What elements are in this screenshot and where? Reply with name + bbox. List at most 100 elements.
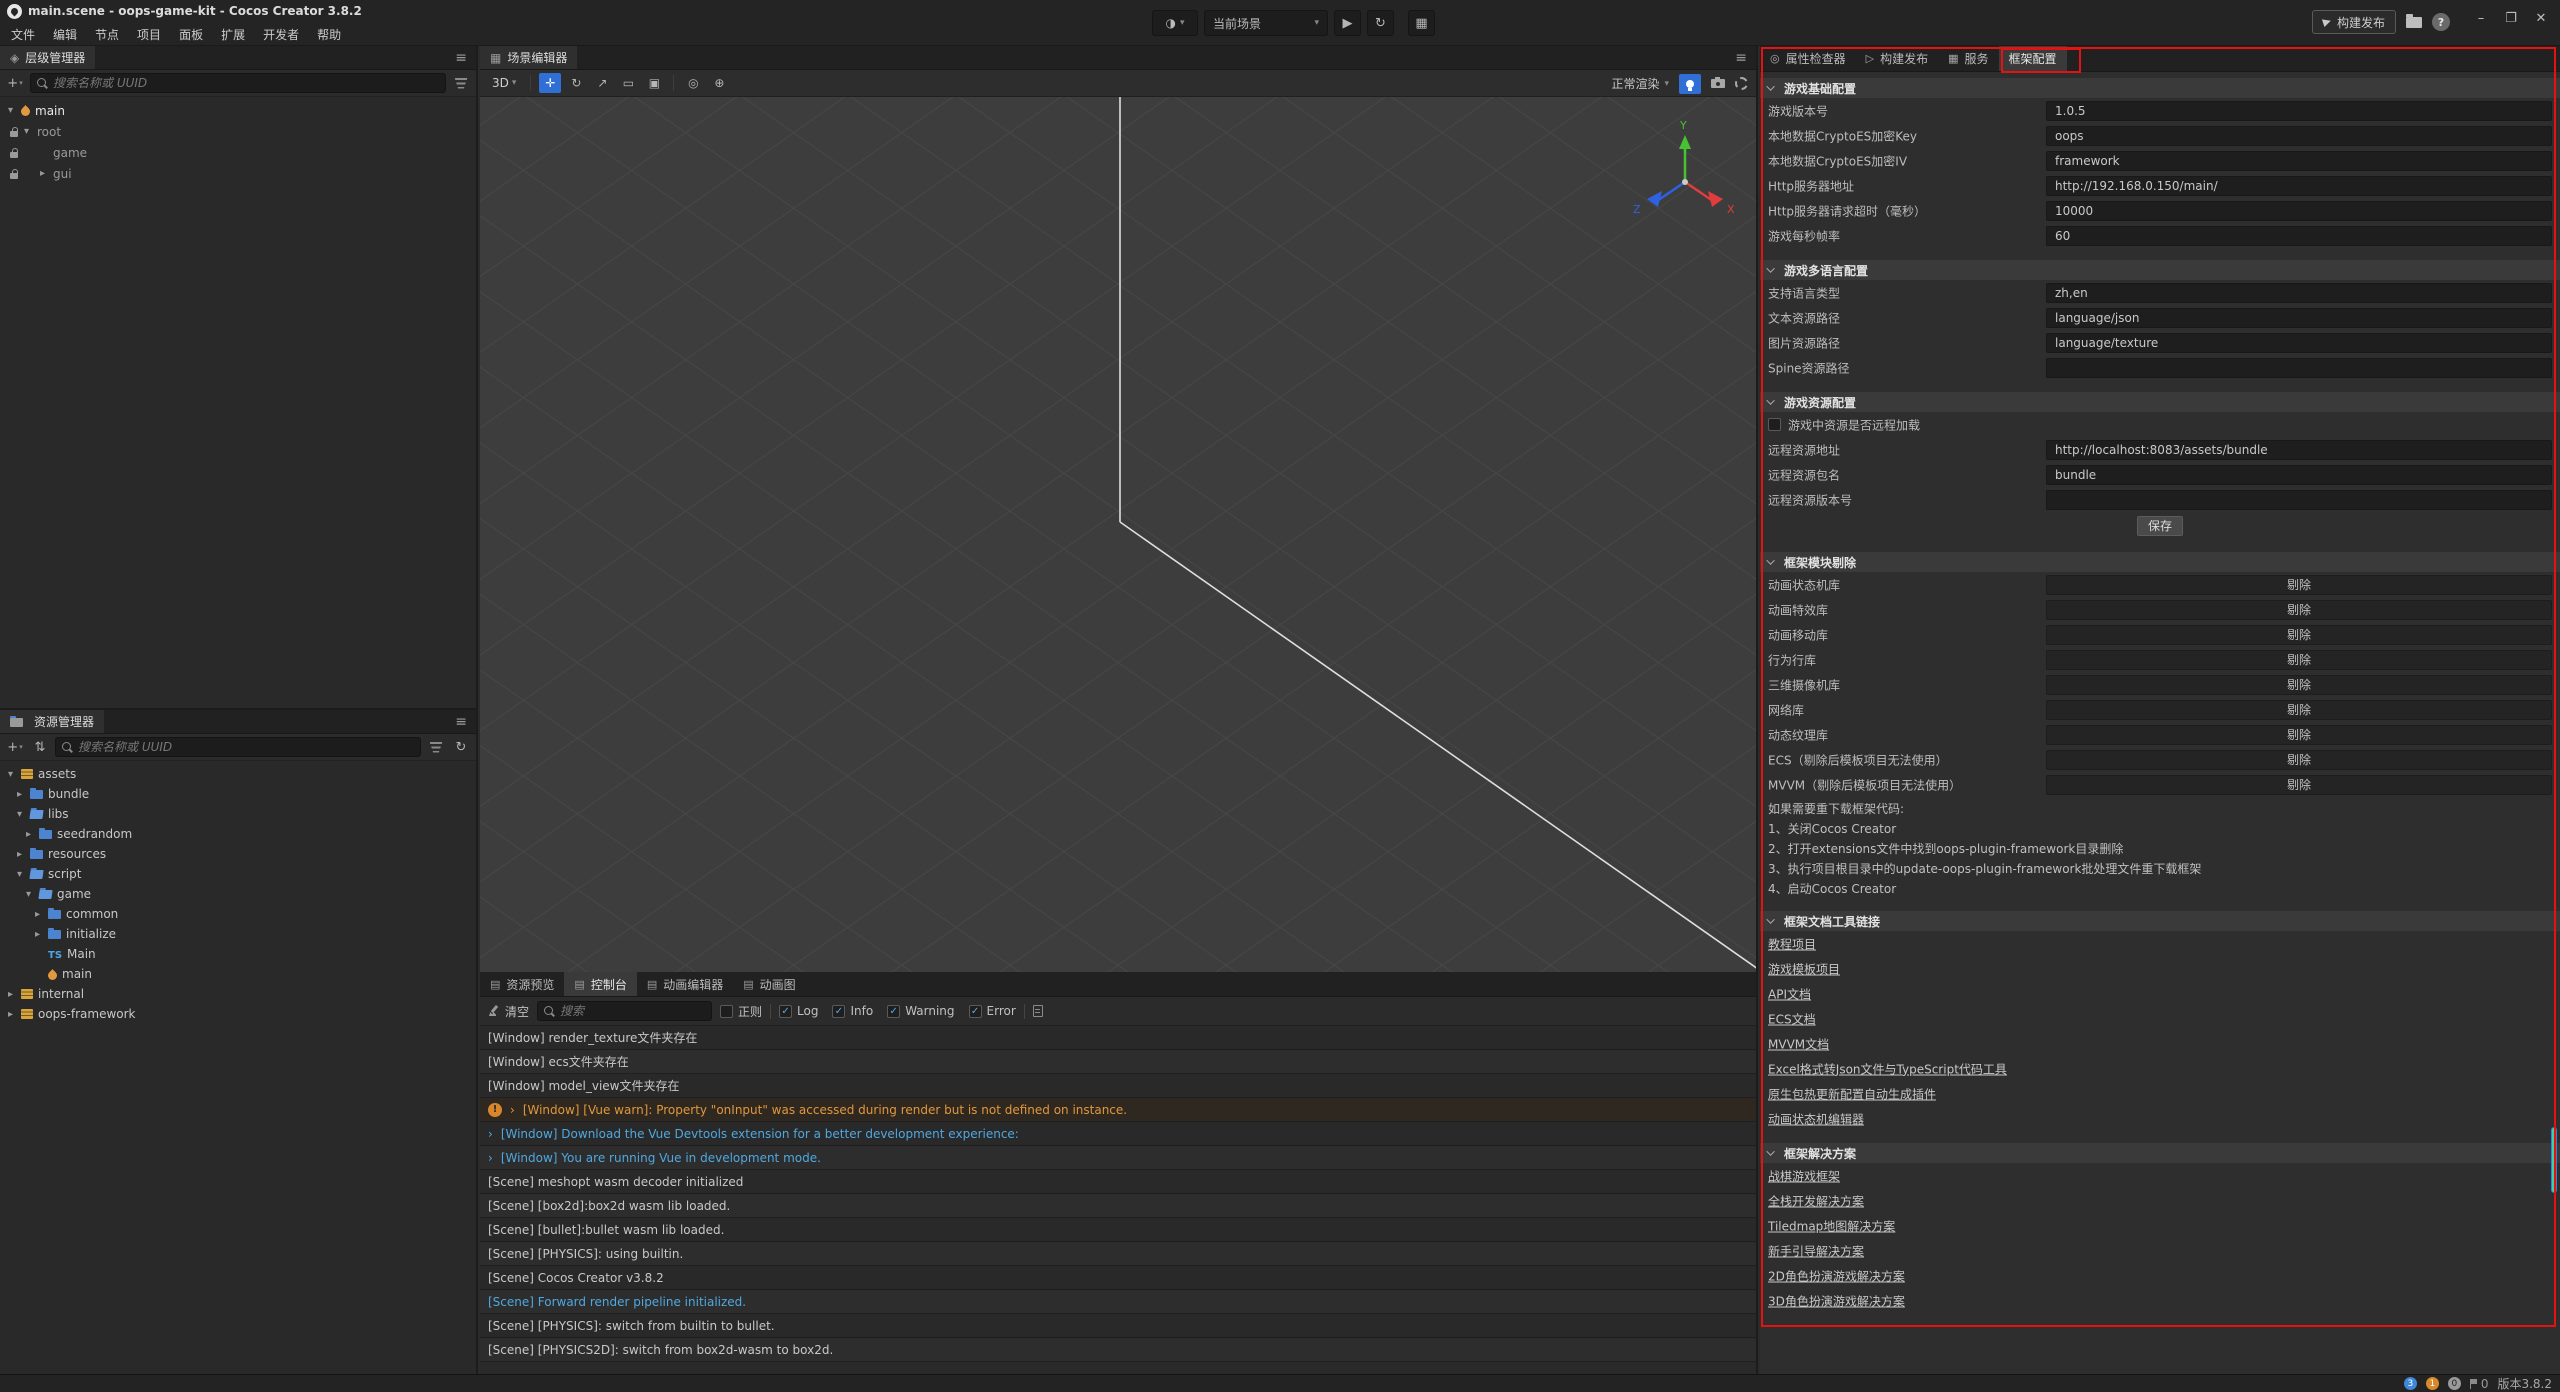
tab-scene-editor[interactable]: ▦场景编辑器: [480, 46, 577, 69]
doc-link[interactable]: 原生包热更新配置自动生成插件: [1768, 1085, 1936, 1102]
layout-button[interactable]: ▦: [1408, 10, 1435, 36]
sort-assets-button[interactable]: ⇅: [30, 737, 50, 757]
log-row[interactable]: ! › [Scene] meshopt wasm decoder initial…: [480, 1170, 1756, 1194]
log-file-icon[interactable]: [1033, 1005, 1043, 1017]
log-row[interactable]: ! › [Scene] [box2d]:box2d wasm lib loade…: [480, 1194, 1756, 1218]
expand-arrow-icon[interactable]: [17, 809, 30, 820]
clear-console-button[interactable]: 清空: [488, 1003, 529, 1020]
step-button[interactable]: ↻: [1367, 10, 1394, 36]
log-filter-checkbox[interactable]: Warning: [887, 1004, 954, 1018]
rect-tool-button[interactable]: ▭: [617, 73, 639, 93]
hierarchy-filter-button[interactable]: [451, 73, 471, 93]
expand-arrow-icon[interactable]: [17, 849, 30, 860]
tree-row[interactable]: Main: [0, 944, 476, 964]
lighting-toggle-button[interactable]: [1679, 74, 1701, 94]
solution-link[interactable]: 全栈开发解决方案: [1768, 1192, 1864, 1209]
minimize-button[interactable]: –: [2466, 5, 2496, 31]
tree-row[interactable]: bundle: [0, 784, 476, 804]
expand-arrow-icon[interactable]: [8, 1009, 21, 1020]
remove-module-button[interactable]: 剔除: [2046, 625, 2552, 645]
gear-icon[interactable]: [1735, 77, 1748, 90]
tree-row[interactable]: script: [0, 864, 476, 884]
menu-item[interactable]: 扩展: [212, 24, 254, 46]
menu-item[interactable]: 帮助: [308, 24, 350, 46]
expand-arrow-icon[interactable]: [40, 168, 53, 179]
field-input[interactable]: [2046, 333, 2552, 353]
remove-module-button[interactable]: 剔除: [2046, 700, 2552, 720]
tab-hierarchy[interactable]: ◈层级管理器: [0, 46, 95, 69]
menu-item[interactable]: 开发者: [254, 24, 308, 46]
panel-menu-icon[interactable]: ≡: [446, 710, 476, 733]
console-search[interactable]: [537, 1001, 712, 1021]
tree-row[interactable]: internal: [0, 984, 476, 1004]
expand-arrow-icon[interactable]: [8, 769, 21, 780]
doc-link[interactable]: ECS文档: [1768, 1010, 1816, 1027]
tree-row[interactable]: game: [0, 884, 476, 904]
console-tab[interactable]: ▤ 资源预览: [480, 972, 564, 996]
tree-row[interactable]: root: [0, 121, 476, 142]
add-node-button[interactable]: +▾: [5, 73, 25, 93]
tab-assets[interactable]: 资源管理器: [0, 710, 104, 733]
solution-link[interactable]: 新手引导解决方案: [1768, 1242, 1864, 1259]
warning-count-badge[interactable]: 1: [2426, 1377, 2439, 1390]
section-header[interactable]: 游戏基础配置: [1760, 78, 2560, 98]
menu-item[interactable]: 文件: [2, 24, 44, 46]
checkbox-icon[interactable]: [887, 1005, 900, 1018]
remove-module-button[interactable]: 剔除: [2046, 650, 2552, 670]
tree-row[interactable]: assets: [0, 764, 476, 784]
solution-link[interactable]: 3D角色扮演游戏解决方案: [1768, 1292, 1905, 1309]
panel-menu-icon[interactable]: ≡: [446, 46, 476, 69]
assets-filter-button[interactable]: [426, 737, 446, 757]
move-tool-button[interactable]: ✛: [539, 73, 561, 93]
tree-row[interactable]: game: [0, 142, 476, 163]
log-row[interactable]: ! › [Scene] [PHYSICS]: using builtin.: [480, 1242, 1756, 1266]
expand-arrow-icon[interactable]: [26, 889, 39, 900]
log-row[interactable]: ! › [Window] model_view文件夹存在: [480, 1074, 1756, 1098]
error-count-badge[interactable]: 0: [2448, 1377, 2461, 1390]
log-row[interactable]: ! › [Scene] [bullet]:bullet wasm lib loa…: [480, 1218, 1756, 1242]
build-publish-button[interactable]: 构建发布: [2312, 10, 2396, 34]
field-input[interactable]: [2046, 440, 2552, 460]
help-button[interactable]: ?: [2432, 13, 2450, 31]
inspector-tab[interactable]: 框架配置: [1999, 46, 2067, 71]
field-input[interactable]: [2046, 465, 2552, 485]
checkbox-icon[interactable]: [779, 1005, 792, 1018]
log-row[interactable]: ! › [Scene] Cocos Creator v3.8.2: [480, 1266, 1756, 1290]
log-row[interactable]: ! › [Window] Download the Vue Devtools e…: [480, 1122, 1756, 1146]
panel-menu-icon[interactable]: ≡: [1726, 46, 1756, 69]
tree-row[interactable]: gui: [0, 163, 476, 184]
rotate-tool-button[interactable]: ↻: [565, 73, 587, 93]
expand-caret-icon[interactable]: ›: [488, 1122, 493, 1146]
inspector-tab[interactable]: 属性检查器: [1760, 46, 1856, 71]
field-input[interactable]: [2046, 176, 2552, 196]
expand-arrow-icon[interactable]: [24, 126, 37, 137]
scale-tool-button[interactable]: ↗: [591, 73, 613, 93]
section-header[interactable]: 框架模块剔除: [1760, 552, 2560, 572]
scrollbar-thumb[interactable]: [2551, 1127, 2557, 1193]
doc-link[interactable]: 教程项目: [1768, 935, 1816, 952]
menu-item[interactable]: 节点: [86, 24, 128, 46]
preview-device-button[interactable]: ◑▾: [1152, 10, 1198, 36]
maximize-button[interactable]: ❐: [2496, 5, 2526, 31]
console-tab[interactable]: ▤ 动画图: [733, 972, 805, 996]
checkbox-icon[interactable]: [1768, 418, 1781, 431]
tree-row[interactable]: oops-framework: [0, 1004, 476, 1024]
console-tab[interactable]: ▤ 动画编辑器: [637, 972, 733, 996]
save-button[interactable]: 保存: [2137, 516, 2183, 536]
expand-caret-icon[interactable]: ›: [488, 1146, 493, 1170]
tree-row[interactable]: libs: [0, 804, 476, 824]
expand-caret-icon[interactable]: ›: [510, 1098, 515, 1122]
field-input[interactable]: [2046, 308, 2552, 328]
tree-row[interactable]: initialize: [0, 924, 476, 944]
log-row[interactable]: ! › [Window] render_texture文件夹存在: [480, 1026, 1756, 1050]
close-button[interactable]: ✕: [2526, 5, 2556, 31]
section-header[interactable]: 框架文档工具链接: [1760, 911, 2560, 931]
log-filter-checkbox[interactable]: Error: [969, 1004, 1016, 1018]
menu-item[interactable]: 项目: [128, 24, 170, 46]
expand-arrow-icon[interactable]: [17, 869, 30, 880]
expand-arrow-icon[interactable]: [8, 105, 21, 116]
assets-search-input[interactable]: [78, 740, 414, 754]
solution-link[interactable]: 2D角色扮演游戏解决方案: [1768, 1267, 1905, 1284]
inspector-tab[interactable]: 服务: [1938, 46, 1998, 71]
pivot-toggle-button[interactable]: ◎: [682, 73, 704, 93]
